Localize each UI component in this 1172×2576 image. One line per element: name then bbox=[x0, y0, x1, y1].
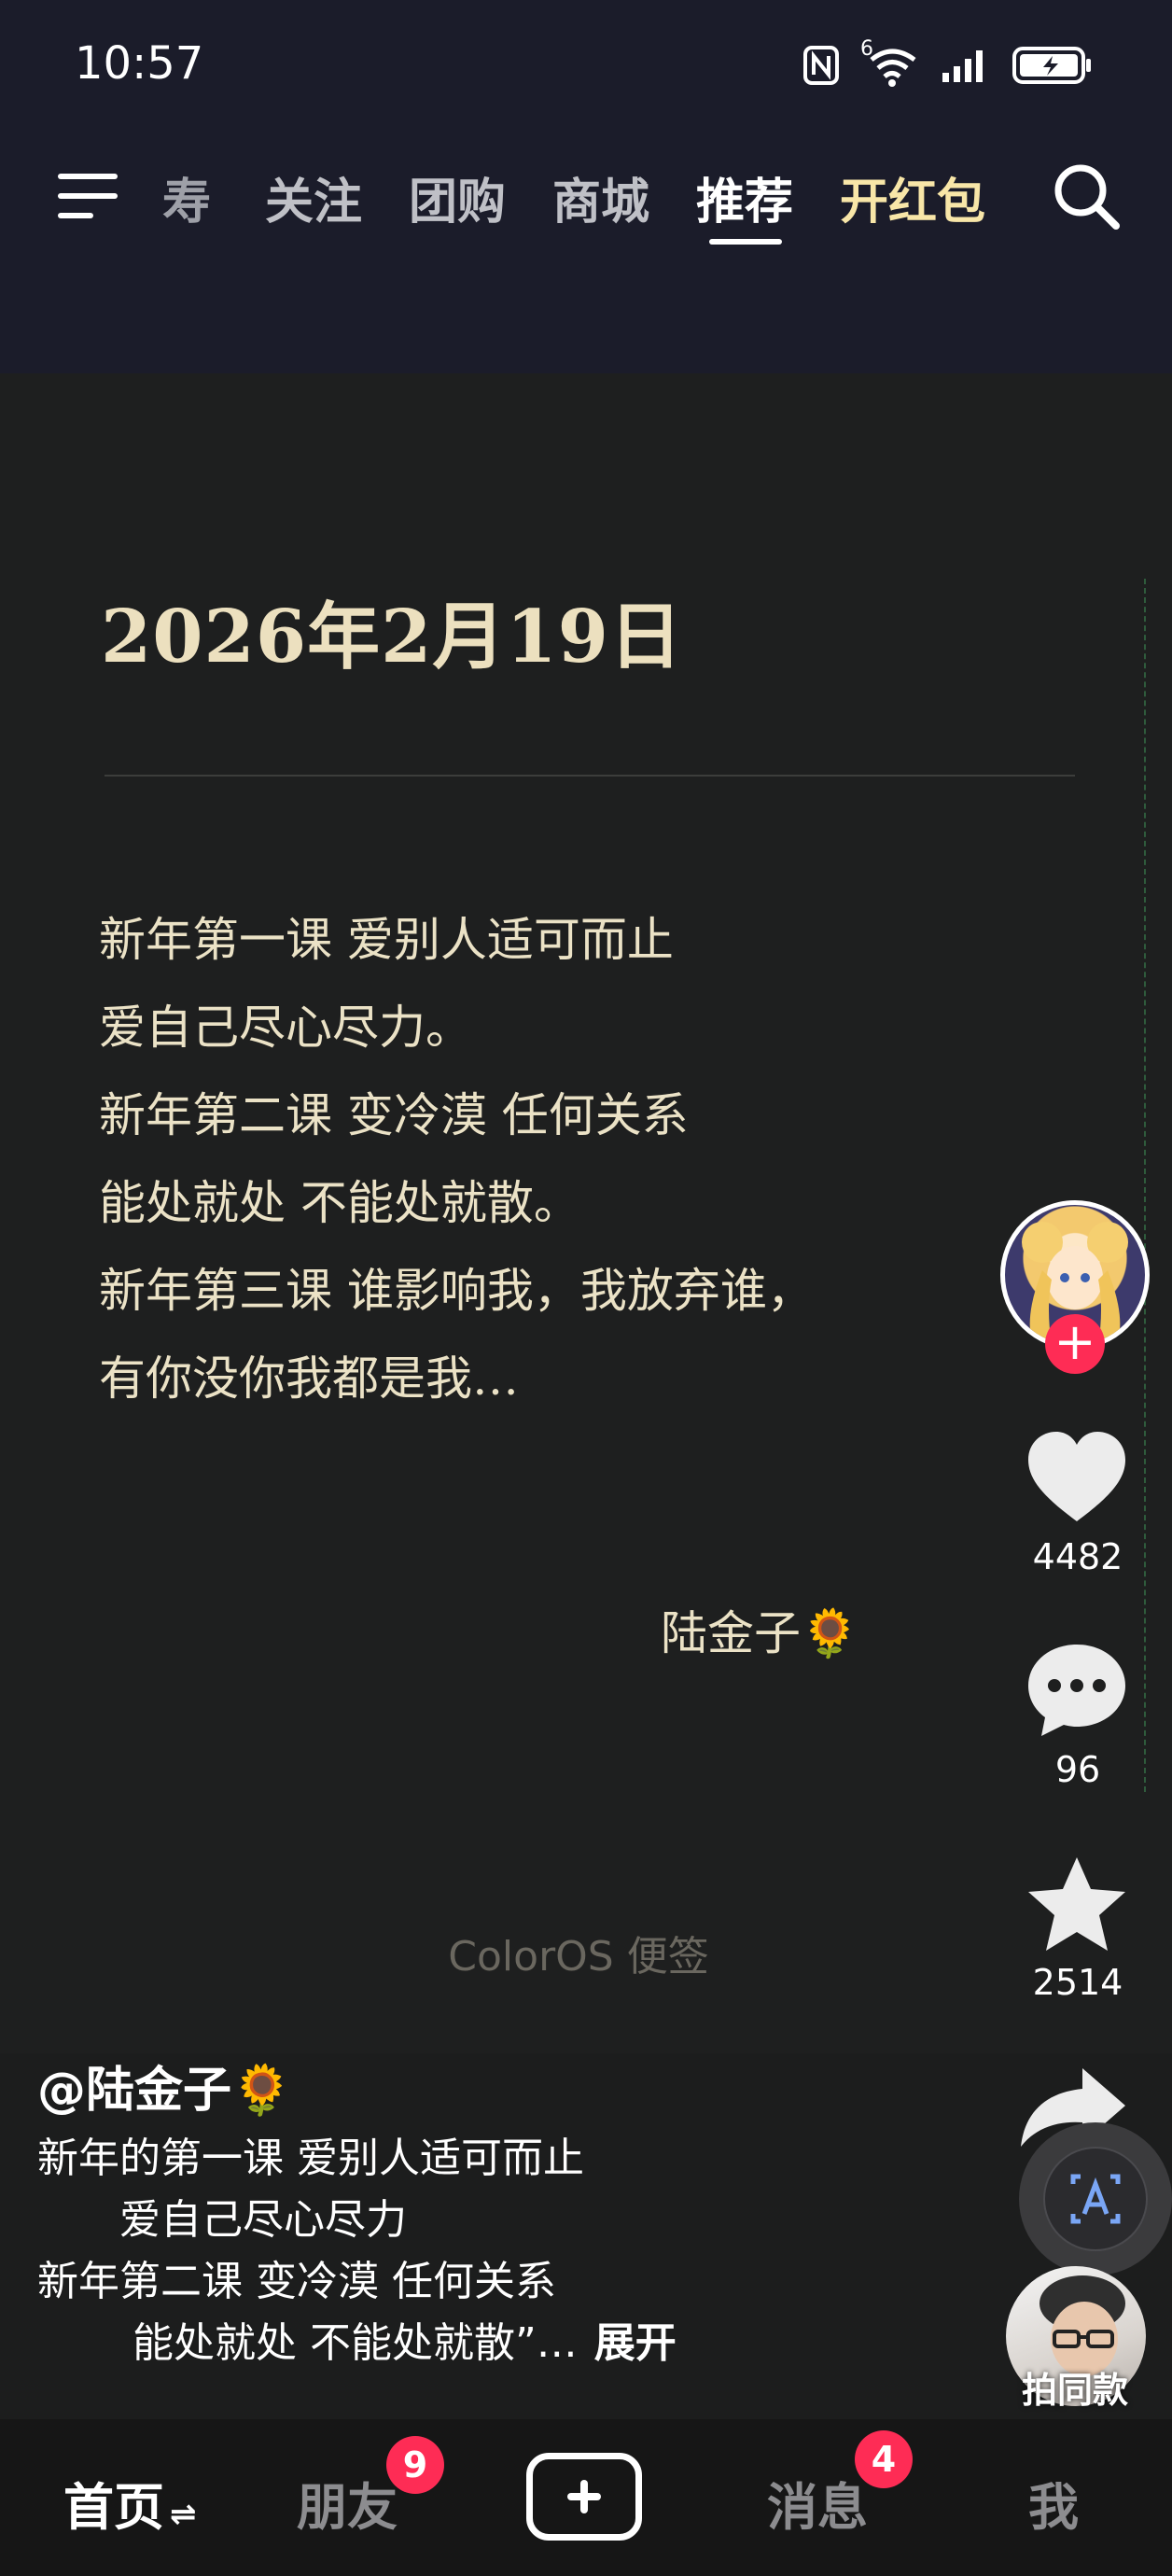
status-bar: 10:57 6 bbox=[0, 0, 1172, 131]
tab-group-buy[interactable]: 团购 bbox=[409, 162, 506, 232]
heart-icon[interactable] bbox=[1023, 1424, 1131, 1533]
note-line: 有你没你我都是我… bbox=[99, 1351, 519, 1406]
active-tab-indicator bbox=[709, 239, 782, 245]
comment-count: 96 bbox=[1054, 1749, 1101, 1790]
caption-line: 爱自己尽心尽力 bbox=[37, 2196, 407, 2244]
note-line: 爱自己尽心尽力。 bbox=[99, 1001, 472, 1055]
nav-me-label: 我 bbox=[1028, 2478, 1079, 2537]
note-date: 2026年2月19日 bbox=[101, 595, 683, 679]
like-count: 4482 bbox=[1032, 1536, 1123, 1577]
create-video-button[interactable] bbox=[526, 2453, 642, 2541]
expand-link[interactable]: 展开 bbox=[594, 2319, 677, 2367]
note-body: 新年第一课 爱别人适可而止 爱自己尽心尽力。 新年第二课 变冷漠 任何关系 能处… bbox=[99, 896, 939, 1422]
scan-text-inner[interactable] bbox=[1043, 2147, 1148, 2251]
battery-charging-icon bbox=[1012, 47, 1091, 84]
status-time: 10:57 bbox=[75, 37, 204, 90]
nav-messages[interactable]: 消息 bbox=[767, 2466, 868, 2540]
signal-icon bbox=[942, 50, 983, 82]
tab-mall[interactable]: 商城 bbox=[552, 162, 649, 232]
note-line: 新年第二课 变冷漠 任何关系 bbox=[99, 1088, 689, 1142]
nav-home[interactable]: 首页 ⇌ bbox=[63, 2466, 197, 2540]
status-icons: 6 bbox=[802, 37, 1094, 90]
caption-line: 新年第二课 变冷漠 任何关系 bbox=[37, 2258, 556, 2305]
text-recognition-icon bbox=[1070, 2174, 1121, 2224]
nav-me[interactable]: 我 bbox=[1028, 2466, 1079, 2540]
video-caption: @陆金子🌻 新年的第一课 爱别人适可而止 爱自己尽心尽力 新年第二课 变冷漠 任… bbox=[37, 2053, 989, 2374]
note-signature: 陆金子🌻 bbox=[661, 1606, 859, 1660]
top-header: 10:57 6 寿 关注 团购 商城 推荐 开红包 bbox=[0, 0, 1172, 373]
tab-recommend[interactable]: 推荐 bbox=[696, 162, 793, 232]
menu-icon[interactable] bbox=[54, 168, 121, 224]
plus-icon bbox=[567, 2480, 601, 2513]
edge-guide-line bbox=[1144, 579, 1148, 1792]
wifi-icon: 6 bbox=[860, 37, 920, 88]
bottom-nav: 首页 ⇌ 朋友 9 消息 4 我 bbox=[0, 2419, 1172, 2576]
messages-badge: 4 bbox=[855, 2430, 913, 2488]
note-watermark: ColorOS 便签 bbox=[448, 1933, 709, 1981]
note-line: 能处就处 不能处就散。 bbox=[99, 1176, 580, 1230]
nav-friends-label: 朋友 bbox=[297, 2478, 398, 2537]
note-divider bbox=[105, 775, 1075, 777]
nav-home-label: 首页 bbox=[63, 2478, 164, 2537]
caption-text: 能处就处 不能处就散”… bbox=[37, 2319, 578, 2367]
refresh-arrows-icon: ⇌ bbox=[170, 2496, 197, 2533]
favorite-count: 2514 bbox=[1032, 1962, 1123, 2003]
follow-plus-button[interactable]: + bbox=[1045, 1314, 1105, 1374]
tab-red-packet[interactable]: 开红包 bbox=[840, 162, 985, 232]
video-content-note[interactable]: 2026年2月19日 新年第一课 爱别人适可而止 爱自己尽心尽力。 新年第二课 … bbox=[0, 373, 1172, 2053]
caption-line-last: 能处就处 不能处就散”… 展开 bbox=[37, 2313, 989, 2374]
same-style-label[interactable]: 拍同款 bbox=[991, 2361, 1159, 2413]
search-icon[interactable] bbox=[1049, 159, 1123, 233]
nav-friends[interactable]: 朋友 bbox=[297, 2466, 398, 2540]
note-line: 新年第一课 爱别人适可而止 bbox=[99, 913, 674, 967]
nav-messages-label: 消息 bbox=[767, 2478, 868, 2537]
nfc-icon bbox=[803, 46, 839, 85]
note-line: 新年第三课 谁影响我，我放弃谁， bbox=[99, 1264, 814, 1318]
tab-following[interactable]: 关注 bbox=[265, 162, 362, 232]
top-nav: 寿 关注 团购 商城 推荐 开红包 bbox=[0, 149, 1172, 245]
app-root: 10:57 6 寿 关注 团购 商城 推荐 开红包 2026年2月19日 新年第… bbox=[0, 0, 1172, 2576]
star-icon[interactable] bbox=[1023, 1852, 1131, 1960]
author-name[interactable]: @陆金子🌻 bbox=[37, 2053, 989, 2128]
tab-partial[interactable]: 寿 bbox=[162, 162, 211, 232]
caption-line: 新年的第一课 爱别人适可而止 bbox=[37, 2135, 584, 2182]
comment-icon[interactable] bbox=[1023, 1635, 1131, 1743]
friends-badge: 9 bbox=[386, 2436, 444, 2494]
